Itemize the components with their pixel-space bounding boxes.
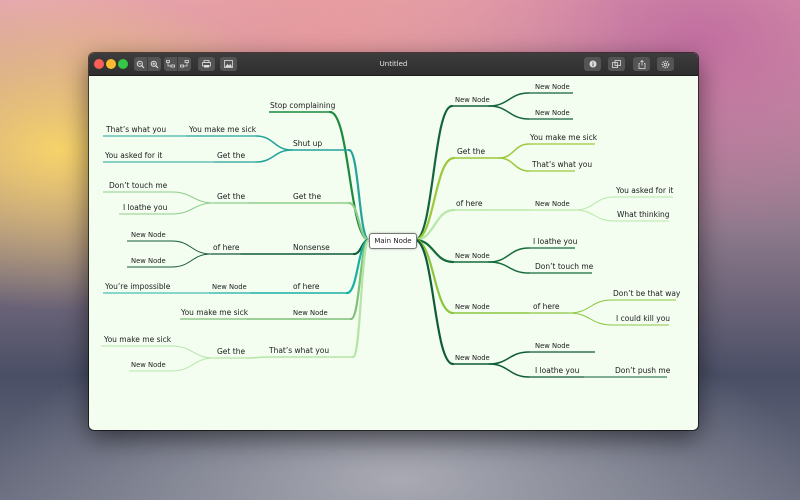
leaf-node[interactable]: New Node: [131, 256, 166, 266]
leaf-node[interactable]: I could kill you: [616, 314, 670, 324]
child-node[interactable]: Don’t touch me: [535, 262, 593, 272]
branch-node[interactable]: Get the: [457, 147, 485, 157]
leaf-node[interactable]: New Node: [131, 230, 166, 240]
main-node[interactable]: Main Node: [369, 233, 417, 249]
child-node[interactable]: Get the: [217, 151, 245, 161]
branch-node[interactable]: That’s what you: [269, 346, 329, 356]
leaf-node[interactable]: I loathe you: [123, 203, 167, 213]
child-node[interactable]: New Node: [535, 199, 570, 209]
branch-node[interactable]: New Node: [455, 95, 490, 105]
leaf-node[interactable]: You make me sick: [104, 335, 171, 345]
branch-node[interactable]: Stop complaining: [270, 101, 335, 111]
child-node[interactable]: New Node: [212, 282, 247, 292]
child-node[interactable]: of here: [213, 243, 240, 253]
info-control: [584, 57, 601, 71]
leaf-node[interactable]: Don’t push me: [615, 366, 670, 376]
title-bar: Untitled: [89, 53, 698, 76]
child-node[interactable]: I loathe you: [533, 237, 577, 247]
child-node[interactable]: New Node: [535, 341, 570, 351]
leaf-node[interactable]: You asked for it: [616, 186, 673, 196]
branch-node[interactable]: of here: [293, 282, 320, 292]
child-node[interactable]: of here: [533, 302, 560, 312]
share-control: [633, 57, 650, 71]
settings-icon[interactable]: [657, 57, 674, 71]
settings-control: [657, 57, 674, 71]
share-icon[interactable]: [633, 57, 650, 71]
leaf-node[interactable]: That’s what you: [106, 125, 166, 135]
branch-node[interactable]: New Node: [455, 302, 490, 312]
info-icon[interactable]: [584, 57, 601, 71]
duplicate-icon[interactable]: [608, 57, 625, 71]
child-node[interactable]: You make me sick: [181, 308, 248, 318]
branch-node[interactable]: Shut up: [293, 139, 322, 149]
child-node[interactable]: You make me sick: [189, 125, 256, 135]
child-node[interactable]: You make me sick: [530, 133, 597, 143]
leaf-node[interactable]: Don’t touch me: [109, 181, 167, 191]
branch-node[interactable]: New Node: [293, 308, 328, 318]
app-window: Untitled Main Node Stop complaining Shut …: [89, 53, 698, 430]
leaf-node[interactable]: You asked for it: [105, 151, 162, 161]
mindmap-connections: [101, 92, 676, 378]
leaf-node[interactable]: What thinking: [617, 210, 670, 220]
child-node[interactable]: Get the: [217, 192, 245, 202]
branch-node[interactable]: Get the: [293, 192, 321, 202]
leaf-node[interactable]: Don’t be that way: [613, 289, 680, 299]
child-node[interactable]: New Node: [535, 108, 570, 118]
child-node[interactable]: Get the: [217, 347, 245, 357]
branch-node[interactable]: New Node: [455, 251, 490, 261]
branch-node[interactable]: of here: [456, 199, 483, 209]
child-node[interactable]: I loathe you: [535, 366, 579, 376]
leaf-node[interactable]: New Node: [131, 360, 166, 370]
leaf-node[interactable]: You’re impossible: [105, 282, 170, 292]
window-title: Untitled: [379, 60, 408, 68]
child-node[interactable]: That’s what you: [532, 160, 592, 170]
branch-node[interactable]: Nonsense: [293, 243, 330, 253]
duplicate-control: [608, 57, 625, 71]
branch-node[interactable]: New Node: [455, 353, 490, 363]
mindmap-canvas[interactable]: Main Node Stop complaining Shut up You mak…: [89, 75, 698, 430]
child-node[interactable]: New Node: [535, 82, 570, 92]
